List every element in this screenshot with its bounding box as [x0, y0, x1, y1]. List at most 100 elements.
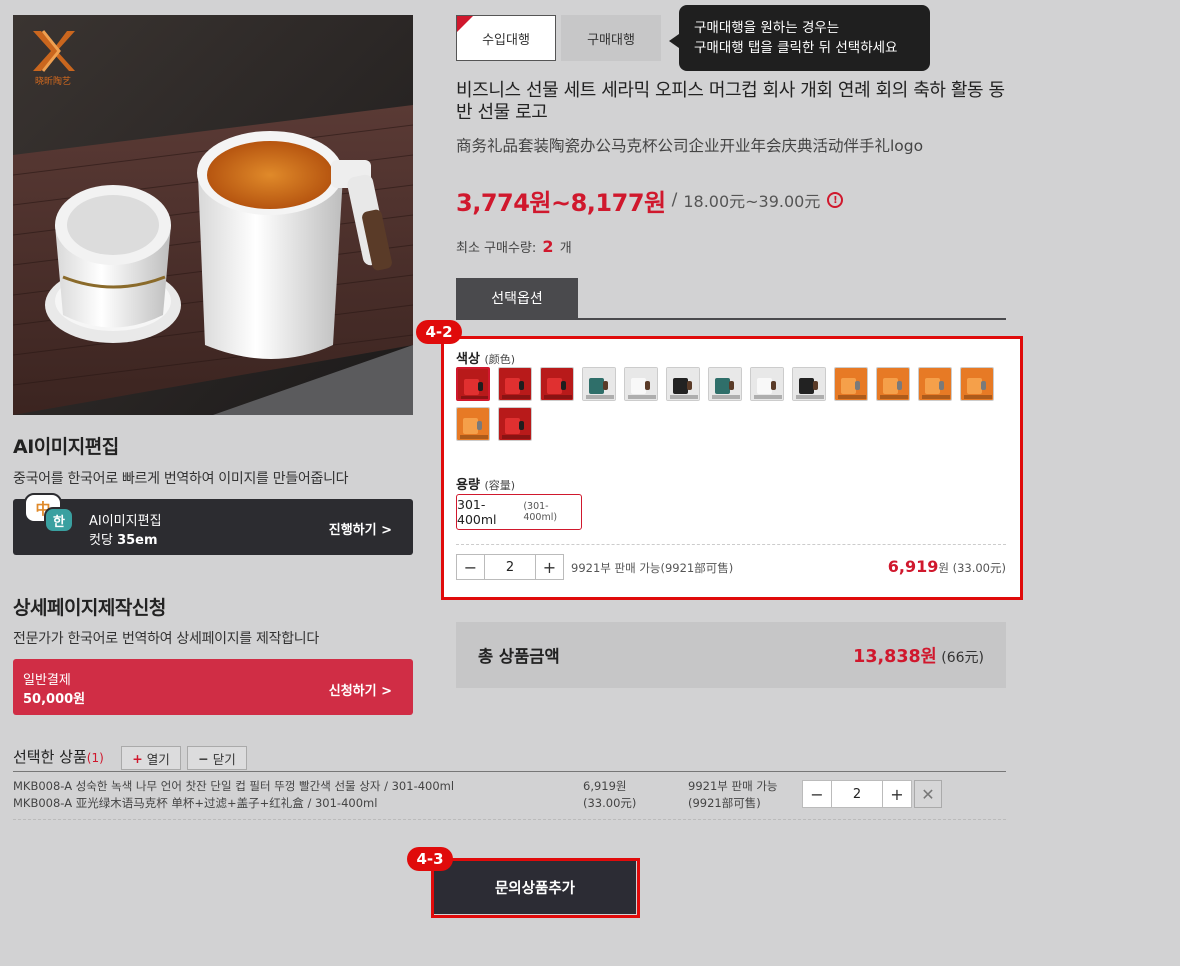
info-icon[interactable]: !: [827, 192, 844, 208]
ai-edit-proceed-button[interactable]: 진행하기 >: [329, 519, 392, 538]
active-corner-mark: [457, 16, 473, 32]
color-swatch-white-mug[interactable]: [750, 367, 784, 401]
selected-item-price-cny: (33.00元): [583, 796, 637, 810]
color-label: 색상 (颜色): [456, 348, 515, 367]
brand-logo-text: 晓昕陶艺: [34, 77, 71, 87]
swatch-thumbnail-icon: [835, 368, 867, 400]
swatch-thumbnail-icon: [667, 368, 699, 400]
color-swatch-green-mug[interactable]: [582, 367, 616, 401]
capacity-option-301-400ml[interactable]: 301-400ml (301-400ml): [456, 494, 582, 530]
tab-import-agency[interactable]: 수입대행: [456, 15, 556, 61]
min-order: 최소 구매수량: 2 개: [456, 237, 572, 256]
detail-page-box-title: 일반결제: [23, 673, 71, 688]
color-swatch-orange-gift[interactable]: [960, 367, 994, 401]
korean-badge: 한: [44, 507, 74, 533]
selected-quantity-stepper: − 2 +: [802, 780, 912, 808]
tab-select-options[interactable]: 선택옵션: [456, 278, 578, 318]
ai-edit-box[interactable]: 中 한 AI이미지편집 컷당 35em 진행하기 >: [13, 493, 413, 555]
open-label: 열기: [146, 751, 170, 767]
detail-page-title: 상세페이지제작신청: [13, 597, 166, 619]
ai-edit-price: 35em: [117, 533, 158, 548]
total-label: 총 상품금액: [478, 647, 560, 666]
capacity-label: 용량 (容量): [456, 474, 515, 493]
selected-item-price-krw: 6,919원: [583, 779, 627, 793]
color-swatch-green-mug[interactable]: [708, 367, 742, 401]
color-swatch-red-gift[interactable]: [498, 367, 532, 401]
total-value-row: 13,838원 (66元): [853, 643, 984, 668]
color-swatch-red-gift[interactable]: [456, 367, 490, 401]
detail-page-box[interactable]: 일반결제 50,000원 신청하기 >: [13, 659, 413, 715]
option-minus-button[interactable]: −: [457, 555, 484, 579]
capacity-value: 301-400ml: [457, 497, 497, 527]
highlight-badge-4-3: 4-3: [407, 847, 453, 871]
product-title-cn: 商务礼品套装陶瓷办公马克杯公司企业开业年会庆典活动伴手礼logo: [456, 137, 924, 155]
min-order-label: 최소 구매수량:: [456, 241, 537, 256]
selected-products-title: 선택한 상품(1): [13, 746, 104, 767]
color-label-cn: (颜色): [484, 353, 516, 366]
color-swatch-orange-gift[interactable]: [456, 407, 490, 441]
swatch-thumbnail-icon: [877, 368, 909, 400]
selected-quantity-input[interactable]: 2: [831, 781, 883, 807]
color-swatch-orange-gift[interactable]: [918, 367, 952, 401]
selected-dashed-divider: [13, 819, 1006, 820]
open-button[interactable]: + 열기: [121, 746, 181, 770]
option-plus-button[interactable]: +: [536, 555, 563, 579]
selected-title-label: 선택한 상품: [13, 748, 87, 766]
product-title: 비즈니스 선물 세트 세라믹 오피스 머그컵 회사 개회 연례 회의 축하 활동…: [456, 80, 1005, 123]
ai-edit-title: AI이미지편집: [13, 436, 119, 458]
capacity-label-cn: (容量): [484, 479, 516, 492]
color-swatch-orange-gift[interactable]: [834, 367, 868, 401]
translate-icon: 中 한: [24, 493, 78, 541]
close-button[interactable]: − 닫기: [187, 746, 247, 770]
color-swatch-black-mug[interactable]: [666, 367, 700, 401]
color-swatch-black-mug[interactable]: [792, 367, 826, 401]
selected-count: (1): [86, 751, 104, 765]
ai-edit-desc: 중국어를 한국어로 빠르게 번역하여 이미지를 만들어줍니다: [13, 471, 349, 487]
tab-purchase-label: 구매대행: [587, 32, 635, 48]
color-swatch-orange-gift[interactable]: [876, 367, 910, 401]
min-order-unit: 개: [559, 241, 572, 256]
color-swatch-red-gift[interactable]: [498, 407, 532, 441]
color-label-ko: 색상: [456, 352, 480, 367]
tooltip-line-2: 구매대행 탭을 클릭한 뒤 선택하세요: [694, 40, 898, 56]
option-line-price-unit: 원: [938, 561, 949, 575]
swatch-thumbnail-icon: [961, 368, 993, 400]
selected-item-price: 6,919원 (33.00元): [583, 778, 636, 812]
option-quantity-input[interactable]: 2: [484, 555, 536, 579]
swatch-thumbnail-icon: [499, 408, 531, 440]
brand-logo-icon: [33, 30, 75, 72]
capacity-value-cn: (301-400ml): [523, 501, 558, 523]
price-krw: 3,774원~8,177원: [456, 188, 666, 217]
ai-edit-unit: 컷당: [89, 533, 113, 548]
price-separator: /: [671, 190, 678, 210]
swatch-thumbnail-icon: [457, 408, 489, 440]
purchase-tooltip: 구매대행을 원하는 경우는 구매대행 탭을 클릭한 뒤 선택하세요: [669, 5, 930, 71]
detail-page-apply-button[interactable]: 신청하기 >: [329, 680, 392, 699]
minus-icon: −: [198, 750, 209, 766]
selected-item-name-cn: MKB008-A 亚光绿木语马克杯 单杯+过滤+盖子+红礼盒 / 301-400…: [13, 796, 378, 810]
min-order-qty: 2: [542, 237, 554, 256]
ai-edit-box-price-row: 컷당 35em: [89, 529, 158, 548]
swatch-thumbnail-icon: [458, 369, 488, 399]
color-swatch-red-gift[interactable]: [540, 367, 574, 401]
option-stock-text: 9921부 판매 가능(9921部可售): [571, 561, 734, 575]
option-quantity-stepper: − 2 +: [456, 554, 564, 580]
price-row: 3,774원~8,177원 / 18.00元~39.00元 !: [456, 183, 844, 217]
color-swatch-white-mug[interactable]: [624, 367, 658, 401]
selected-item-stock: 9921부 판매 가능 (9921部可售): [688, 778, 777, 812]
tab-purchase-agency[interactable]: 구매대행: [561, 15, 661, 61]
swatch-thumbnail-icon: [499, 368, 531, 400]
swatch-thumbnail-icon: [919, 368, 951, 400]
selected-plus-button[interactable]: +: [883, 781, 911, 807]
selected-minus-button[interactable]: −: [803, 781, 831, 807]
detail-page-desc: 전문가가 한국어로 번역하여 상세페이지를 제작합니다: [13, 631, 319, 647]
detail-page-box-price: 50,000원: [23, 692, 86, 707]
delete-item-button[interactable]: ✕: [914, 780, 942, 808]
add-inquiry-button[interactable]: 문의상품추가: [434, 861, 636, 914]
total-value-cny: (66元): [941, 649, 984, 666]
option-line-price-value: 6,919: [887, 557, 939, 576]
swatch-thumbnail-icon: [709, 368, 741, 400]
capacity-label-ko: 용량: [456, 478, 480, 493]
plus-icon: +: [132, 750, 143, 766]
highlight-badge-4-2: 4-2: [416, 320, 462, 344]
